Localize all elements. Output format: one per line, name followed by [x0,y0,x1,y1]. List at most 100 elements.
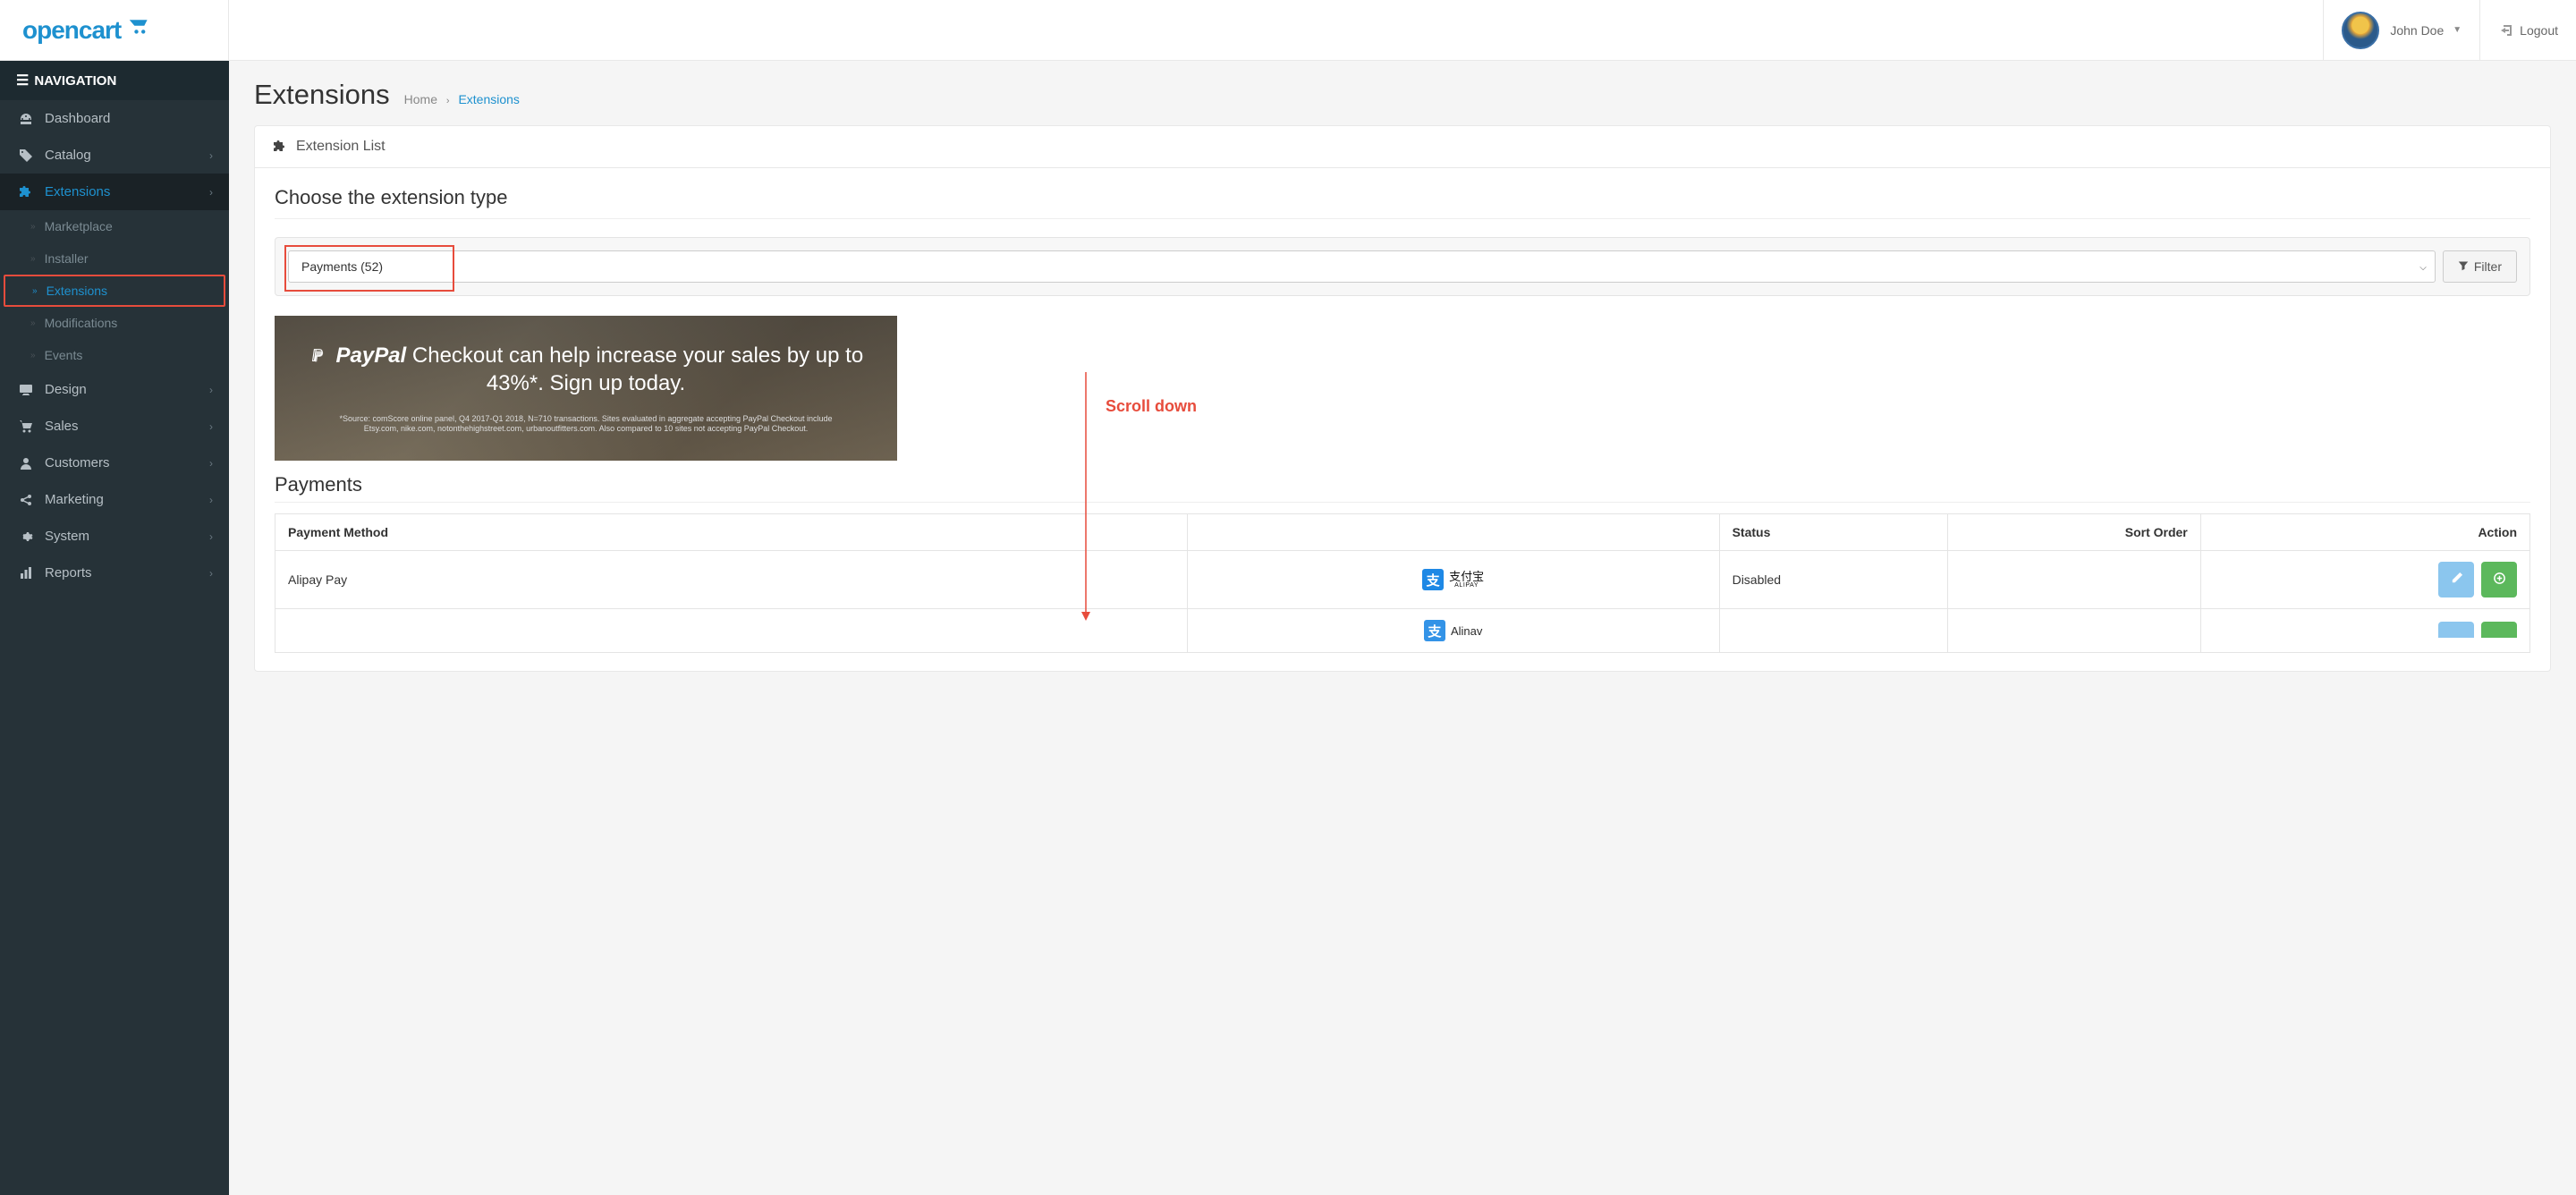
chevron-right-icon: › [209,149,213,162]
dashboard-icon [16,111,36,126]
page-title: Extensions [254,79,390,111]
extension-type-select[interactable]: Payments (52) [288,250,2436,283]
panel-title: Extension List [296,139,386,155]
alipay-logo: 支 支付宝 ALIPAY [1422,569,1484,590]
th-method: Payment Method [275,514,1188,551]
install-button[interactable] [2481,562,2517,598]
sidebar-item-reports[interactable]: Reports › [0,555,229,591]
edit-button[interactable] [2438,562,2474,598]
main-content: Extensions Home › Extensions Extension L… [229,61,2576,1195]
sidebar-item-sales[interactable]: Sales › [0,408,229,445]
extension-list-panel: Extension List Choose the extension type… [254,125,2551,672]
share-icon [16,492,36,507]
table-row: Alipay Pay 支 支付宝 ALIPAY Di [275,551,2530,609]
nav-heading: ☰ NAVIGATION [0,61,229,100]
choose-type-title: Choose the extension type [275,186,2530,219]
logout-icon [2498,22,2512,38]
table-row: 支 Alinav [275,609,2530,653]
sidebar-item-system[interactable]: System › [0,518,229,555]
chevron-right-icon: › [209,494,213,506]
sidebar-item-label: System [45,529,89,544]
cell-logo: 支 支付宝 ALIPAY [1187,551,1719,609]
user-icon [16,455,36,470]
sidebar-sub-label: Marketplace [45,219,113,233]
sidebar-item-label: Extensions [45,184,110,199]
sidebar-item-design[interactable]: Design › [0,371,229,408]
sidebar-sub-extensions[interactable]: » Extensions [4,275,225,307]
double-chevron-icon: » [30,254,36,264]
sidebar-item-marketing[interactable]: Marketing › [0,481,229,518]
puzzle-icon [16,184,36,199]
th-status: Status [1719,514,1947,551]
th-logo [1187,514,1719,551]
filter-button-label: Filter [2474,259,2502,274]
sidebar-item-label: Reports [45,565,92,581]
cell-sort [1947,551,2200,609]
chevron-right-icon: › [209,567,213,580]
logout-label: Logout [2520,23,2558,38]
sidebar-item-label: Marketing [45,492,104,507]
breadcrumb-separator: › [446,96,450,106]
edit-button[interactable] [2438,622,2474,638]
breadcrumb: Home › Extensions [404,92,520,106]
th-action: Action [2200,514,2529,551]
pencil-icon [2450,572,2463,589]
panel-header: Extension List [255,126,2550,168]
th-sort: Sort Order [1947,514,2200,551]
sidebar-item-label: Catalog [45,148,91,163]
filter-icon [2458,259,2469,274]
banner-text: PayPal Checkout can help increase your s… [301,342,870,397]
sidebar-sub-label: Modifications [45,316,118,330]
sidebar-item-label: Dashboard [45,111,110,126]
sidebar-sub-label: Installer [45,251,89,266]
sidebar-sub-marketplace[interactable]: » Marketplace [0,210,229,242]
avatar [2342,12,2379,49]
caret-down-icon: ▼ [2453,25,2462,35]
sidebar-sub-label: Extensions [47,284,107,298]
alipay-logo: 支 Alinav [1424,620,1482,641]
cell-status: Disabled [1719,551,1947,609]
double-chevron-icon: » [30,318,36,328]
logo-area[interactable]: opencart [0,0,229,61]
sidebar-sub-installer[interactable]: » Installer [0,242,229,275]
breadcrumb-home[interactable]: Home [404,92,437,106]
sidebar-item-dashboard[interactable]: Dashboard [0,100,229,137]
annotation-label: Scroll down [1106,397,1197,416]
sidebar-sub-label: Events [45,348,83,362]
sidebar-item-catalog[interactable]: Catalog › [0,137,229,174]
cell-action [2200,551,2529,609]
sidebar-item-label: Design [45,382,87,397]
user-name: John Doe [2390,23,2444,38]
payments-section-title: Payments [275,473,2530,503]
chevron-right-icon: › [209,420,213,433]
cell-method: Alipay Pay [275,551,1188,609]
cart-icon [16,419,36,434]
sidebar-item-label: Customers [45,455,110,470]
double-chevron-icon: » [30,222,36,232]
paypal-banner[interactable]: PayPal Checkout can help increase your s… [275,316,897,461]
tag-icon [16,148,36,163]
filter-row: Payments (52) ⌵ Filter [275,237,2530,296]
annotation-arrow [1079,372,1106,623]
filter-button[interactable]: Filter [2443,250,2517,283]
sidebar-sub-modifications[interactable]: » Modifications [0,307,229,339]
logout-button[interactable]: Logout [2479,0,2576,61]
sidebar-item-extensions[interactable]: Extensions › [0,174,229,210]
chevron-right-icon: › [209,457,213,470]
gear-icon [16,529,36,544]
sidebar-sub-events[interactable]: » Events [0,339,229,371]
breadcrumb-current[interactable]: Extensions [458,92,519,106]
user-menu[interactable]: John Doe ▼ [2323,0,2479,61]
cart-icon [126,18,157,43]
sidebar-item-customers[interactable]: Customers › [0,445,229,481]
double-chevron-icon: » [32,286,38,296]
payments-table: Payment Method Status Sort Order Action … [275,513,2530,653]
double-chevron-icon: » [30,351,36,360]
sidebar-item-label: Sales [45,419,79,434]
bars-icon [16,565,36,581]
install-button[interactable] [2481,622,2517,638]
chevron-right-icon: › [209,384,213,396]
brand-logo: opencart [22,16,157,45]
plus-circle-icon [2493,572,2506,589]
chevron-right-icon: › [209,530,213,543]
